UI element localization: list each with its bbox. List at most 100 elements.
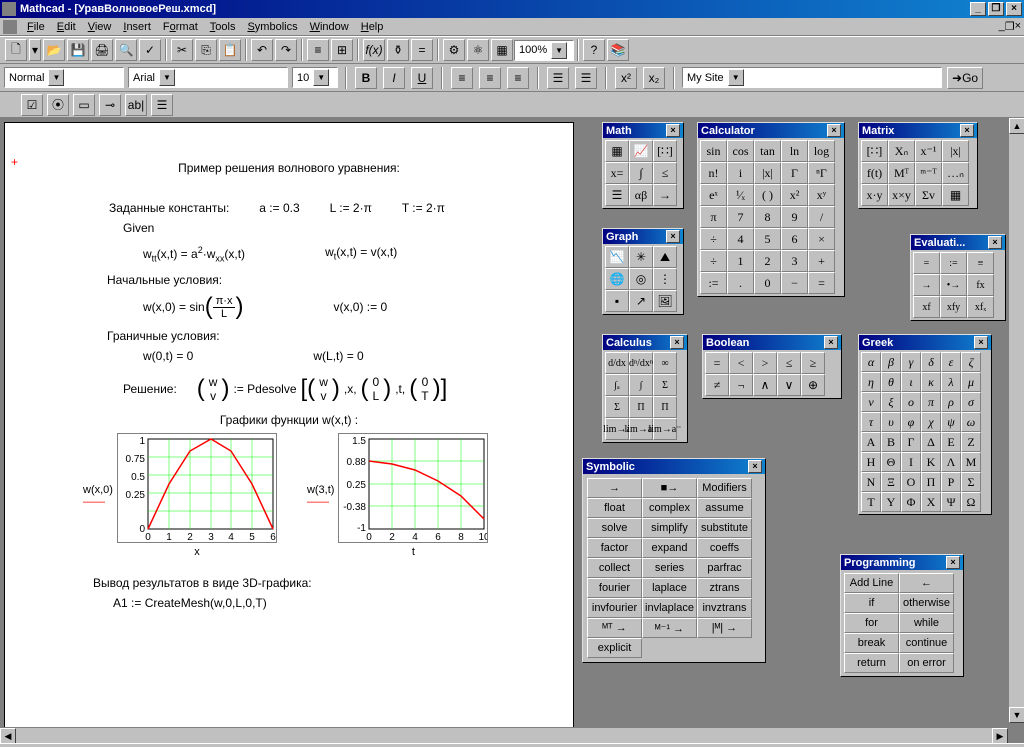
radio-control-button[interactable]: ⦿ xyxy=(47,94,69,116)
menu-format[interactable]: Format xyxy=(157,19,204,35)
symbolic-btn[interactable]: float xyxy=(587,498,642,518)
greek-upper-btn[interactable]: Π xyxy=(921,472,941,492)
symbolic-btn[interactable]: coeffs xyxy=(697,538,752,558)
bool-btn[interactable]: ≤ xyxy=(777,352,801,374)
menu-insert[interactable]: Insert xyxy=(117,19,157,35)
greek-btn[interactable]: σ xyxy=(961,392,981,412)
greek-palette[interactable]: Greek× αβγδεζηθικλμνξοπρστυφχψωΑΒΓΔΕΖΗΘΙ… xyxy=(858,334,992,515)
greek-upper-btn[interactable]: Χ xyxy=(921,492,941,512)
scroll-down-button[interactable]: ▼ xyxy=(1009,707,1024,723)
calculus-btn[interactable]: ∞ xyxy=(653,352,677,374)
new-button[interactable]: 🗋 xyxy=(5,39,27,61)
greek-upper-btn[interactable]: Δ xyxy=(921,432,941,452)
symbolic-btn[interactable]: parfrac xyxy=(697,558,752,578)
button-control-button[interactable]: ▭ xyxy=(73,94,95,116)
calc-btn[interactable]: x² xyxy=(781,184,808,206)
symbolic-btn[interactable]: assume xyxy=(697,498,752,518)
scroll-right-button[interactable]: ▶ xyxy=(992,728,1008,743)
prog-btn[interactable]: while xyxy=(899,613,954,633)
minimize-button[interactable]: _ xyxy=(970,2,986,16)
text-control-button[interactable]: ab| xyxy=(125,94,147,116)
menu-help[interactable]: Help xyxy=(355,19,390,35)
mysite-combo[interactable]: My Site xyxy=(682,67,942,88)
symbolic-btn[interactable]: Modifiers xyxy=(697,478,752,498)
calculus-btn[interactable]: Σ xyxy=(653,374,677,396)
equals-button[interactable]: = xyxy=(411,39,433,61)
unit-button[interactable]: ⚱ xyxy=(387,39,409,61)
symbolic-btn[interactable]: complex xyxy=(642,498,697,518)
calc-btn[interactable]: cos xyxy=(727,140,754,162)
calc-btn[interactable]: n! xyxy=(700,162,727,184)
greek-upper-btn[interactable]: Ζ xyxy=(961,432,981,452)
matrix-btn[interactable]: |x| xyxy=(942,140,969,162)
greek-upper-btn[interactable]: Η xyxy=(861,452,881,472)
calc-btn[interactable]: × xyxy=(808,228,835,250)
sup-button[interactable]: x² xyxy=(615,67,637,89)
greek-btn[interactable]: ρ xyxy=(941,392,961,412)
greek-btn[interactable]: ω xyxy=(961,412,981,432)
eval-btn[interactable]: xfₓ xyxy=(967,296,994,318)
calc-btn[interactable]: 1 xyxy=(727,250,754,272)
calc-btn[interactable]: = xyxy=(808,272,835,294)
align2-button[interactable]: ⊞ xyxy=(331,39,353,61)
eval-btn[interactable]: •→ xyxy=(940,274,967,296)
undo-button[interactable]: ↶ xyxy=(251,39,273,61)
symbolic-btn[interactable]: ■→ xyxy=(642,478,697,498)
new-arrow-button[interactable]: ▾ xyxy=(29,39,41,61)
greek-btn[interactable]: ο xyxy=(901,392,921,412)
matrix-btn[interactable]: Σv xyxy=(915,184,942,206)
greek-btn[interactable]: ζ xyxy=(961,352,981,372)
doc-restore-button[interactable]: ❐ xyxy=(1005,20,1015,33)
doc-close-button[interactable]: × xyxy=(1015,20,1021,33)
greek-upper-btn[interactable]: Λ xyxy=(941,452,961,472)
calc-btn[interactable]: Γ xyxy=(781,162,808,184)
slider-control-button[interactable]: ⊸ xyxy=(99,94,121,116)
menu-view[interactable]: View xyxy=(82,19,118,35)
matrix-btn[interactable]: ▦ xyxy=(942,184,969,206)
graph-bar-button[interactable]: ▪ xyxy=(605,290,629,312)
calc-btn[interactable]: − xyxy=(781,272,808,294)
symbolic-btn[interactable]: |ᴹ| → xyxy=(697,618,752,638)
bool-btn[interactable]: ∧ xyxy=(753,374,777,396)
matrix-btn[interactable]: x⁻¹ xyxy=(915,140,942,162)
graph-3d-button[interactable]: ⛰ xyxy=(653,246,677,268)
eval-btn[interactable]: = xyxy=(913,252,940,274)
symbolic-btn[interactable]: series xyxy=(642,558,697,578)
calculus-btn[interactable]: Σ xyxy=(605,396,629,418)
calc-btn[interactable]: := xyxy=(700,272,727,294)
greek-btn[interactable]: β xyxy=(881,352,901,372)
menu-edit[interactable]: Edit xyxy=(51,19,82,35)
symbolic-btn[interactable]: ᴹ⁻¹ → xyxy=(642,618,697,638)
greek-upper-btn[interactable]: Ξ xyxy=(881,472,901,492)
greek-upper-btn[interactable]: Σ xyxy=(961,472,981,492)
copy-button[interactable]: ⎘ xyxy=(195,39,217,61)
calc-btn[interactable]: 0 xyxy=(754,272,781,294)
prog-btn[interactable]: ← xyxy=(899,573,954,593)
calc-btn[interactable]: ( ) xyxy=(754,184,781,206)
maximize-button[interactable]: ❐ xyxy=(988,2,1004,16)
calc-btn[interactable]: |x| xyxy=(754,162,781,184)
greek-upper-btn[interactable]: Ι xyxy=(901,452,921,472)
calc-btn[interactable]: ÷ xyxy=(700,250,727,272)
symbolic-btn[interactable]: expand xyxy=(642,538,697,558)
greek-btn[interactable]: κ xyxy=(921,372,941,392)
prog-btn[interactable]: continue xyxy=(899,633,954,653)
greek-upper-btn[interactable]: Ο xyxy=(901,472,921,492)
size-combo[interactable]: 10 xyxy=(292,67,338,88)
horizontal-scrollbar[interactable]: ◀ ▶ xyxy=(0,727,1008,743)
greek-btn[interactable]: δ xyxy=(921,352,941,372)
prog-btn[interactable]: if xyxy=(844,593,899,613)
close-icon[interactable]: × xyxy=(666,124,680,137)
bold-button[interactable]: B xyxy=(355,67,377,89)
print-button[interactable]: 🖨 xyxy=(91,39,113,61)
calc-btn[interactable]: + xyxy=(808,250,835,272)
close-icon[interactable]: × xyxy=(748,460,762,473)
greek-btn[interactable]: μ xyxy=(961,372,981,392)
symbolic-btn[interactable]: substitute xyxy=(697,518,752,538)
symbolic-btn[interactable]: ztrans xyxy=(697,578,752,598)
close-icon[interactable]: × xyxy=(670,336,684,349)
scroll-up-button[interactable]: ▲ xyxy=(1009,118,1024,134)
calc-btn[interactable]: / xyxy=(808,206,835,228)
greek-upper-btn[interactable]: Α xyxy=(861,432,881,452)
style-combo[interactable]: Normal xyxy=(4,67,124,88)
